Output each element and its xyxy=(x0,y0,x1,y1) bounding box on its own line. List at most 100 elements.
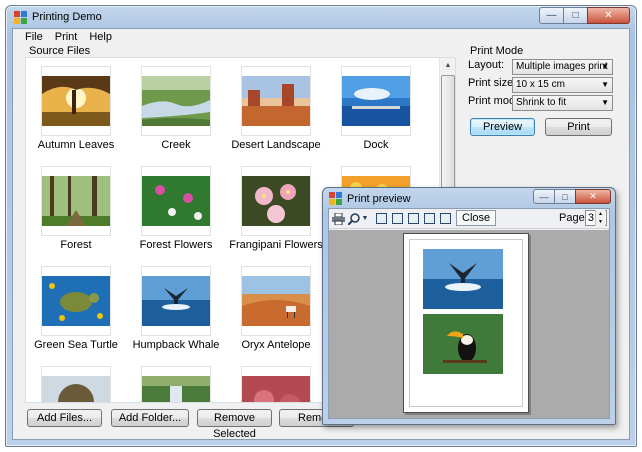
list-item[interactable]: Dock xyxy=(326,66,426,156)
thumbnail-caption: Autumn Leaves xyxy=(37,139,115,151)
thumbnail-caption: Green Sea Turtle xyxy=(34,339,118,351)
creek-photo xyxy=(142,76,210,126)
thumbnail-frame xyxy=(41,166,111,236)
preview-button[interactable]: Preview xyxy=(470,118,535,136)
thumbnail-frame xyxy=(41,266,111,336)
humpback-whale-print-image xyxy=(423,249,503,309)
four-pages-icon[interactable] xyxy=(423,212,435,225)
menu-bar: File Print Help xyxy=(13,29,629,47)
preview-client-area: ▼ Close Page 3 ▲ ▼ xyxy=(328,208,610,419)
forest-photo xyxy=(42,176,110,226)
succulent-photo xyxy=(242,376,310,402)
thumbnail-caption: Frangipani Flowers xyxy=(229,239,323,251)
main-titlebar[interactable]: Printing Demo — □ ✕ xyxy=(6,6,636,28)
preview-page xyxy=(403,233,529,413)
thumbnail-frame xyxy=(241,366,311,402)
chevron-down-icon: ▼ xyxy=(601,62,609,71)
thumbnail-caption: Creek xyxy=(161,139,191,151)
two-pages-icon[interactable] xyxy=(391,212,403,225)
six-pages-icon[interactable] xyxy=(439,212,451,225)
print-size-select-value: 10 x 15 cm xyxy=(516,79,565,90)
list-item[interactable] xyxy=(26,366,126,402)
thumbnail-frame xyxy=(141,66,211,136)
humpback-whale-photo xyxy=(142,276,210,326)
printer-icon[interactable] xyxy=(332,212,345,225)
thumbnail-frame xyxy=(241,266,311,336)
chevron-down-icon: ▼ xyxy=(601,80,609,89)
caption-buttons: — □ ✕ xyxy=(539,7,630,24)
layout-select-value: Multiple images print xyxy=(516,61,608,72)
thumbnail-caption: Humpback Whale xyxy=(132,339,220,351)
chevron-down-icon: ▼ xyxy=(601,98,609,107)
preview-toolbar: ▼ Close Page 3 ▲ ▼ xyxy=(329,209,609,229)
list-item[interactable]: Autumn Leaves xyxy=(26,66,126,156)
preview-maximize-button[interactable]: □ xyxy=(554,189,576,204)
list-item[interactable]: Creek xyxy=(126,66,226,156)
autumn-leaves-photo xyxy=(42,76,110,126)
page-spinner[interactable]: ▲ ▼ xyxy=(595,210,605,226)
preview-titlebar[interactable]: Print preview — □ ✕ xyxy=(323,188,615,208)
window-title: Printing Demo xyxy=(32,11,102,23)
one-page-icon[interactable] xyxy=(375,212,387,225)
print-mode-select-value: Shrink to fit xyxy=(516,97,567,108)
zoom-dropdown-chevron-icon[interactable]: ▼ xyxy=(361,212,369,225)
preview-close-x-button[interactable]: ✕ xyxy=(575,189,611,204)
preview-minimize-button[interactable]: — xyxy=(533,189,555,204)
thumbnail-caption: Desert Landscape xyxy=(231,139,321,151)
forest-flowers-photo xyxy=(142,176,210,226)
three-pages-icon[interactable] xyxy=(407,212,419,225)
layout-select[interactable]: Multiple images print ▼ xyxy=(512,59,613,75)
preview-app-icon xyxy=(329,192,342,205)
zoom-icon[interactable] xyxy=(348,212,360,225)
print-size-select[interactable]: 10 x 15 cm ▼ xyxy=(512,77,613,93)
dock-photo xyxy=(342,76,410,126)
thumbnail-frame xyxy=(241,66,311,136)
thumbnail-frame xyxy=(141,166,211,236)
print-button[interactable]: Print xyxy=(545,118,612,136)
thumbnail-frame xyxy=(141,366,211,402)
desert-landscape-photo xyxy=(242,76,310,126)
thumbnail-frame xyxy=(241,166,311,236)
scroll-up-arrow-icon[interactable]: ▲ xyxy=(440,58,456,74)
minimize-button[interactable]: — xyxy=(539,7,564,24)
thumbnail-caption: Oryx Antelope xyxy=(241,339,311,351)
print-preview-window: Print preview — □ ✕ ▼ Close Page 3 ▲ ▼ xyxy=(322,187,616,425)
waterfall-photo xyxy=(142,376,210,402)
list-item[interactable]: Frangipani Flowers xyxy=(226,166,326,256)
add-files-button[interactable]: Add Files... xyxy=(27,409,102,427)
remove-selected-button[interactable]: Remove Selected xyxy=(197,409,272,440)
list-item[interactable] xyxy=(226,366,326,402)
source-files-label: Source Files xyxy=(27,45,93,57)
tree-photo xyxy=(42,376,110,402)
thumbnail-frame xyxy=(41,66,111,136)
oryx-antelope-photo xyxy=(242,276,310,326)
maximize-button[interactable]: □ xyxy=(563,7,588,24)
preview-close-button[interactable]: Close xyxy=(456,210,497,226)
preview-canvas[interactable] xyxy=(329,230,609,418)
print-mode-group: Layout: Multiple images print ▼ Print si… xyxy=(465,57,620,141)
thumbnail-frame xyxy=(41,366,111,402)
thumbnail-frame xyxy=(341,66,411,136)
list-item[interactable]: Humpback Whale xyxy=(126,266,226,356)
list-item[interactable]: Forest Flowers xyxy=(126,166,226,256)
page-number-value: 3 xyxy=(587,212,594,224)
print-mode-select[interactable]: Shrink to fit ▼ xyxy=(512,95,613,111)
print-size-row: Print size: xyxy=(468,77,516,93)
list-item[interactable] xyxy=(126,366,226,402)
thumbnail-caption: Forest xyxy=(60,239,92,251)
preview-caption-buttons: — □ ✕ xyxy=(533,189,611,204)
list-item[interactable]: Oryx Antelope xyxy=(226,266,326,356)
list-item[interactable]: Forest xyxy=(26,166,126,256)
list-item[interactable]: Green Sea Turtle xyxy=(26,266,126,356)
add-folder-button[interactable]: Add Folder... xyxy=(111,409,189,427)
page-label: Page xyxy=(559,212,585,224)
layout-label: Layout: xyxy=(468,59,505,71)
print-mode-label: Print Mode xyxy=(468,45,526,57)
thumbnail-frame xyxy=(141,266,211,336)
list-item[interactable]: Desert Landscape xyxy=(226,66,326,156)
layout-row: Layout: xyxy=(468,59,504,75)
frangipani-flowers-photo xyxy=(242,176,310,226)
thumbnail-caption: Forest Flowers xyxy=(139,239,213,251)
close-button[interactable]: ✕ xyxy=(587,7,630,24)
preview-window-title: Print preview xyxy=(347,193,411,205)
